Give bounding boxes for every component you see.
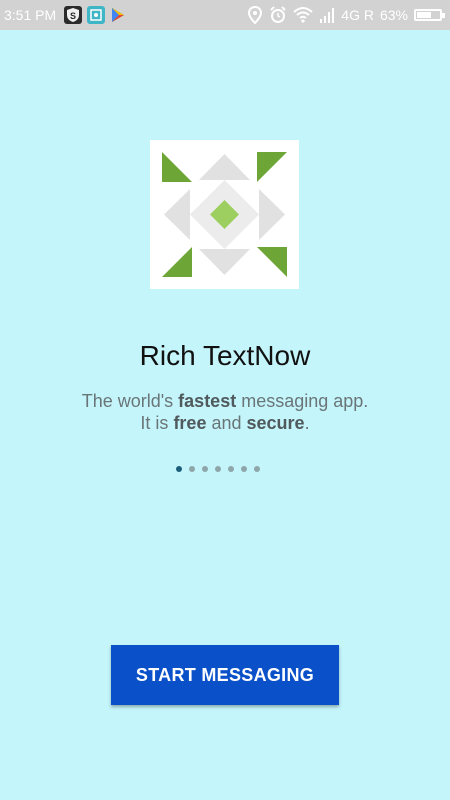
page-dot [202, 466, 208, 472]
svg-text:S: S [70, 11, 76, 21]
tagline-emphasis: free [173, 413, 207, 433]
tagline-line-2: It is free and secure. [0, 412, 450, 434]
status-system-area: 4G R 63% [247, 6, 445, 24]
page-dot [228, 466, 234, 472]
battery-level-fill [417, 12, 431, 18]
signal-icon [320, 8, 335, 23]
page-dot [189, 466, 195, 472]
battery-percent: 63% [379, 7, 408, 23]
play-store-icon [112, 8, 124, 22]
alarm-icon [270, 6, 286, 23]
tagline: The world's fastest messaging app. It is… [0, 390, 450, 434]
status-bar: 3:51 PM S 4G R 63% [0, 0, 450, 30]
tagline-line-1: The world's fastest messaging app. [0, 390, 450, 412]
tagline-text: . [304, 413, 310, 433]
tagline-text: It is [140, 413, 174, 433]
tagline-text: and [206, 413, 247, 433]
page-dot-active [176, 466, 182, 472]
tagline-emphasis: fastest [178, 391, 237, 411]
network-type: 4G R [341, 7, 374, 23]
app-title: Rich TextNow [139, 340, 311, 371]
shield-s-icon: S [64, 6, 82, 24]
tagline-emphasis: secure [246, 413, 305, 433]
page-dot [241, 466, 247, 472]
start-messaging-button[interactable]: START MESSAGING [111, 645, 339, 705]
status-time: 3:51 PM [4, 7, 57, 23]
page-dot [254, 466, 260, 472]
tagline-text: messaging app. [236, 391, 369, 411]
wifi-icon [293, 7, 313, 23]
tagline-text: The world's [81, 391, 179, 411]
location-icon [248, 6, 263, 24]
page-indicator [176, 466, 260, 472]
battery-icon [414, 9, 445, 21]
camera-scan-icon [87, 6, 105, 24]
app-logo-icon [150, 140, 299, 289]
page-dot [215, 466, 221, 472]
